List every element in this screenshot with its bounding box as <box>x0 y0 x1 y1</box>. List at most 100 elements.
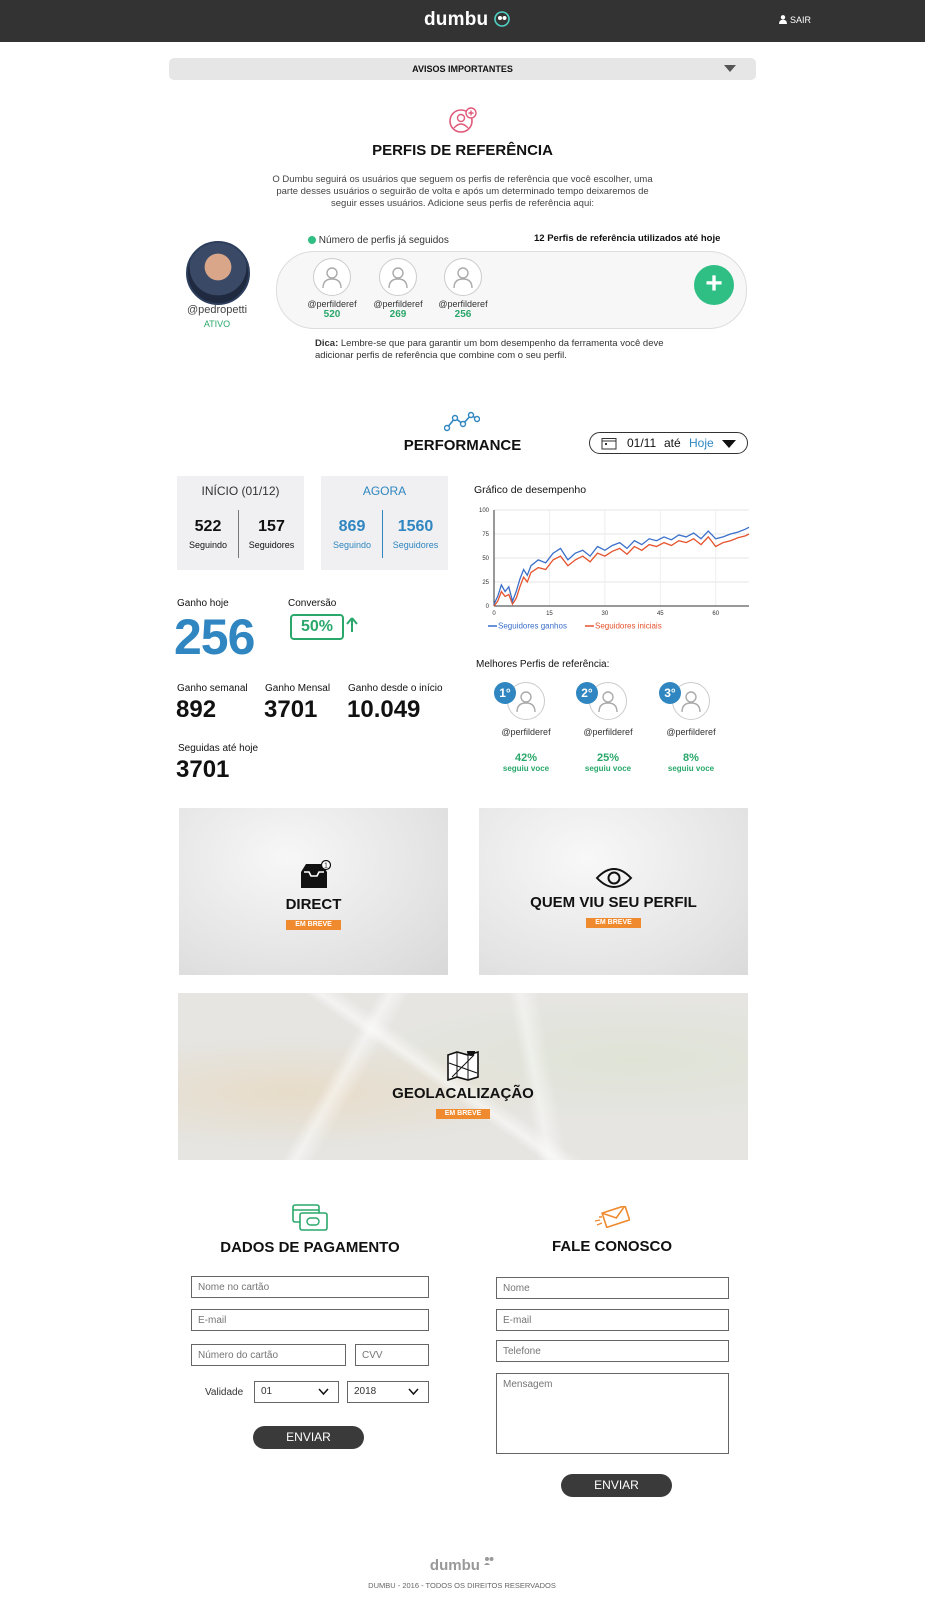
monthly-value: 3701 <box>264 696 318 723</box>
intro-line: O Dumbu seguirá os usuários que seguem o… <box>272 174 653 185</box>
coming-soon-badge: EM BREVE <box>586 918 641 928</box>
profile-viewers-title: QUEM VIU SEU PERFIL <box>530 894 697 911</box>
chevron-down-icon <box>318 1388 329 1396</box>
contact-phone-input[interactable] <box>496 1340 729 1362</box>
start-following: 522 <box>194 518 222 535</box>
calendar-icon <box>601 438 617 450</box>
best-profile-sub: seguiu voce <box>667 764 715 773</box>
performance-chart: 0 25 50 75 100 0 15 30 45 60 Seguidores ganhos Segu… <box>479 508 750 631</box>
logo-text: dumbu <box>424 9 489 30</box>
footer-logo: dumbu <box>412 1556 512 1574</box>
best-profile-name: @perfilderef <box>666 727 716 737</box>
profile-viewers-tile[interactable]: QUEM VIU SEU PERFIL EM BREVE <box>479 808 748 975</box>
tip-text: adicionar perfis de referência que combi… <box>315 350 567 361</box>
cvv-input[interactable] <box>355 1344 429 1366</box>
best-profile-item[interactable]: 3° @perfilderef 8% seguiu voce <box>659 682 723 773</box>
start-followers-label: Seguidores <box>248 540 295 550</box>
start-following-label: Seguindo <box>188 540 228 550</box>
contact-email-input[interactable] <box>496 1309 729 1331</box>
references-total: 12 Perfis de referência utilizados até h… <box>534 233 721 244</box>
top-bar: dumbu SAIR <box>0 0 925 42</box>
user-status: ATIVO <box>203 319 231 329</box>
reference-item[interactable]: @perfilderef 256 <box>433 258 493 320</box>
header-logo[interactable]: dumbu <box>424 9 510 31</box>
reference-item[interactable]: @perfilderef 269 <box>368 258 428 320</box>
contact-name-input[interactable] <box>496 1277 729 1299</box>
conversion-value: 50% <box>290 614 344 640</box>
best-profile-pct: 42% <box>514 752 538 764</box>
add-reference-button[interactable]: + <box>694 265 734 305</box>
reference-profile-icon <box>449 107 477 133</box>
followed-legend: Número de perfis já seguidos <box>308 235 449 246</box>
month-value: 01 <box>261 1386 273 1397</box>
year-select[interactable]: 2018 <box>347 1381 429 1403</box>
card-number-input[interactable] <box>191 1344 346 1366</box>
chart-y-tick: 75 <box>482 532 489 538</box>
notices-dropdown[interactable]: AVISOS IMPORTANTES <box>169 58 756 80</box>
year-value: 2018 <box>354 1386 377 1397</box>
notices-label: AVISOS IMPORTANTES <box>412 64 513 74</box>
stats-now-box: AGORA 869 Seguindo 1560 Seguidores <box>321 476 448 570</box>
chart-x-tick: 30 <box>602 611 609 617</box>
direct-title: DIRECT <box>285 896 342 913</box>
reference-name: @perfilderef <box>438 299 488 309</box>
monthly-label: Ganho Mensal <box>265 683 331 694</box>
card-name-input[interactable] <box>191 1276 429 1298</box>
chart-legend-label: Seguidores ganhos <box>498 622 567 631</box>
payment-submit-button[interactable]: ENVIAR <box>253 1426 364 1449</box>
since-label: Ganho desde o início <box>348 683 443 694</box>
inbox-icon: 1 <box>300 860 331 888</box>
followed-value: 3701 <box>176 756 230 783</box>
reference-name: @perfilderef <box>307 299 357 309</box>
reference-item[interactable]: @perfilderef 520 <box>302 258 362 320</box>
since-value: 10.049 <box>347 696 421 723</box>
rank-badge: 2° <box>576 682 598 704</box>
logout-button[interactable]: SAIR <box>779 15 811 25</box>
direct-tile[interactable]: 1 DIRECT EM BREVE <box>179 808 448 975</box>
coming-soon-badge: EM BREVE <box>286 920 341 930</box>
date-from: 01/11 <box>627 436 657 450</box>
chevron-down-icon <box>724 65 736 72</box>
month-select[interactable]: 01 <box>254 1381 339 1403</box>
footer-logo-text: dumbu <box>429 1557 480 1574</box>
best-profile-name: @perfilderef <box>583 727 633 737</box>
now-following: 869 <box>338 518 366 535</box>
best-profiles-title: Melhores Perfis de referência: <box>476 659 610 670</box>
chart-y-tick: 50 <box>482 556 489 562</box>
chart-title: Gráfico de desempenho <box>474 484 587 496</box>
chart-y-tick: 0 <box>486 604 490 610</box>
profile-placeholder-icon <box>313 258 351 296</box>
start-title: INÍCIO (01/12) <box>201 484 280 498</box>
chart-series-line <box>493 526 750 605</box>
payment-email-input[interactable] <box>191 1309 429 1331</box>
profile-placeholder-icon <box>379 258 417 296</box>
legend-dot-icon <box>308 236 316 244</box>
followed-label: Seguidas até hoje <box>178 743 259 754</box>
user-avatar[interactable] <box>186 241 250 305</box>
contact-submit-button[interactable]: ENVIAR <box>561 1474 672 1497</box>
user-icon <box>779 15 788 24</box>
payment-title: DADOS DE PAGAMENTO <box>220 1239 400 1256</box>
chart-x-tick: 60 <box>712 611 719 617</box>
best-profile-item[interactable]: 1° @perfilderef 42% seguiu voce <box>494 682 558 773</box>
date-separator: até <box>664 436 681 450</box>
rank-badge: 1° <box>494 682 516 704</box>
best-profile-pct: 8% <box>683 752 699 764</box>
date-to: Hoje <box>689 436 714 450</box>
date-range-picker[interactable]: 01/11 até Hoje <box>589 432 748 454</box>
best-profile-name: @perfilderef <box>501 727 551 737</box>
envelope-icon <box>594 1206 630 1228</box>
chart-y-tick: 100 <box>479 508 490 514</box>
intro-line: seguir esses usuários. Adicione seus per… <box>331 198 594 209</box>
reference-count: 256 <box>454 309 472 320</box>
contact-title: FALE CONOSCO <box>551 1238 672 1255</box>
chart-y-tick: 25 <box>482 580 489 586</box>
geolocation-tile[interactable]: GEOLACALIZAÇÃO EM BREVE <box>178 993 748 1160</box>
logo-people-icon <box>494 11 510 27</box>
performance-title: PERFORMANCE <box>403 437 522 454</box>
chevron-down-icon <box>408 1388 419 1396</box>
contact-message-input[interactable] <box>496 1373 729 1454</box>
best-profile-item[interactable]: 2° @perfilderef 25% seguiu voce <box>576 682 640 773</box>
best-profile-sub: seguiu voce <box>584 764 632 773</box>
weekly-label: Ganho semanal <box>177 683 248 694</box>
